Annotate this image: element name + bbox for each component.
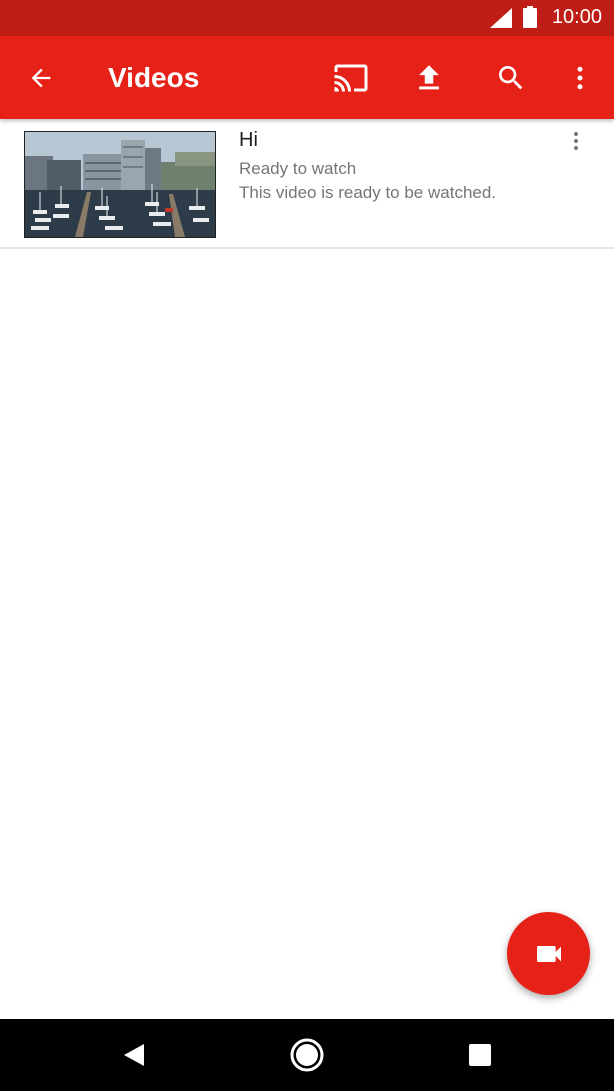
- battery-icon: [523, 6, 537, 28]
- video-title: Hi: [239, 129, 258, 151]
- status-bar: 10:00: [0, 0, 614, 36]
- more-vert-icon: [574, 132, 578, 150]
- nav-back-button[interactable]: [112, 1033, 156, 1077]
- signal-icon: [490, 8, 512, 28]
- nav-recents-icon: [469, 1044, 491, 1066]
- app-bar: Videos: [0, 36, 614, 119]
- nav-recents-button[interactable]: [458, 1033, 502, 1077]
- nav-home-icon: [290, 1038, 324, 1072]
- cast-button[interactable]: [329, 56, 373, 100]
- nav-back-icon: [124, 1044, 144, 1066]
- search-button[interactable]: [489, 56, 533, 100]
- status-time: 10:00: [551, 6, 602, 28]
- videocam-icon: [536, 945, 561, 962]
- nav-home-button[interactable]: [285, 1033, 329, 1077]
- upload-icon: [419, 65, 439, 90]
- cast-icon: [334, 64, 368, 92]
- system-nav-bar: [0, 1019, 614, 1091]
- marina-harbor-thumbnail: [25, 132, 215, 237]
- video-list-item[interactable]: Hi Ready to watch This video is ready to…: [0, 119, 614, 249]
- more-vert-icon: [577, 66, 583, 90]
- video-thumbnail[interactable]: [24, 131, 216, 238]
- back-arrow-icon: [31, 68, 51, 88]
- record-video-fab[interactable]: [507, 912, 590, 995]
- back-button[interactable]: [19, 56, 63, 100]
- screen: 10:00 Videos Hi Ready to watch This vide…: [0, 0, 614, 1091]
- video-item-menu-button[interactable]: [563, 123, 589, 159]
- video-list: Hi Ready to watch This video is ready to…: [0, 119, 614, 249]
- video-status: Ready to watch: [239, 159, 357, 178]
- search-icon: [499, 66, 523, 90]
- page-title: Videos: [108, 62, 200, 93]
- upload-button[interactable]: [407, 56, 451, 100]
- video-description: This video is ready to be watched.: [239, 183, 497, 202]
- more-options-button[interactable]: [558, 56, 602, 100]
